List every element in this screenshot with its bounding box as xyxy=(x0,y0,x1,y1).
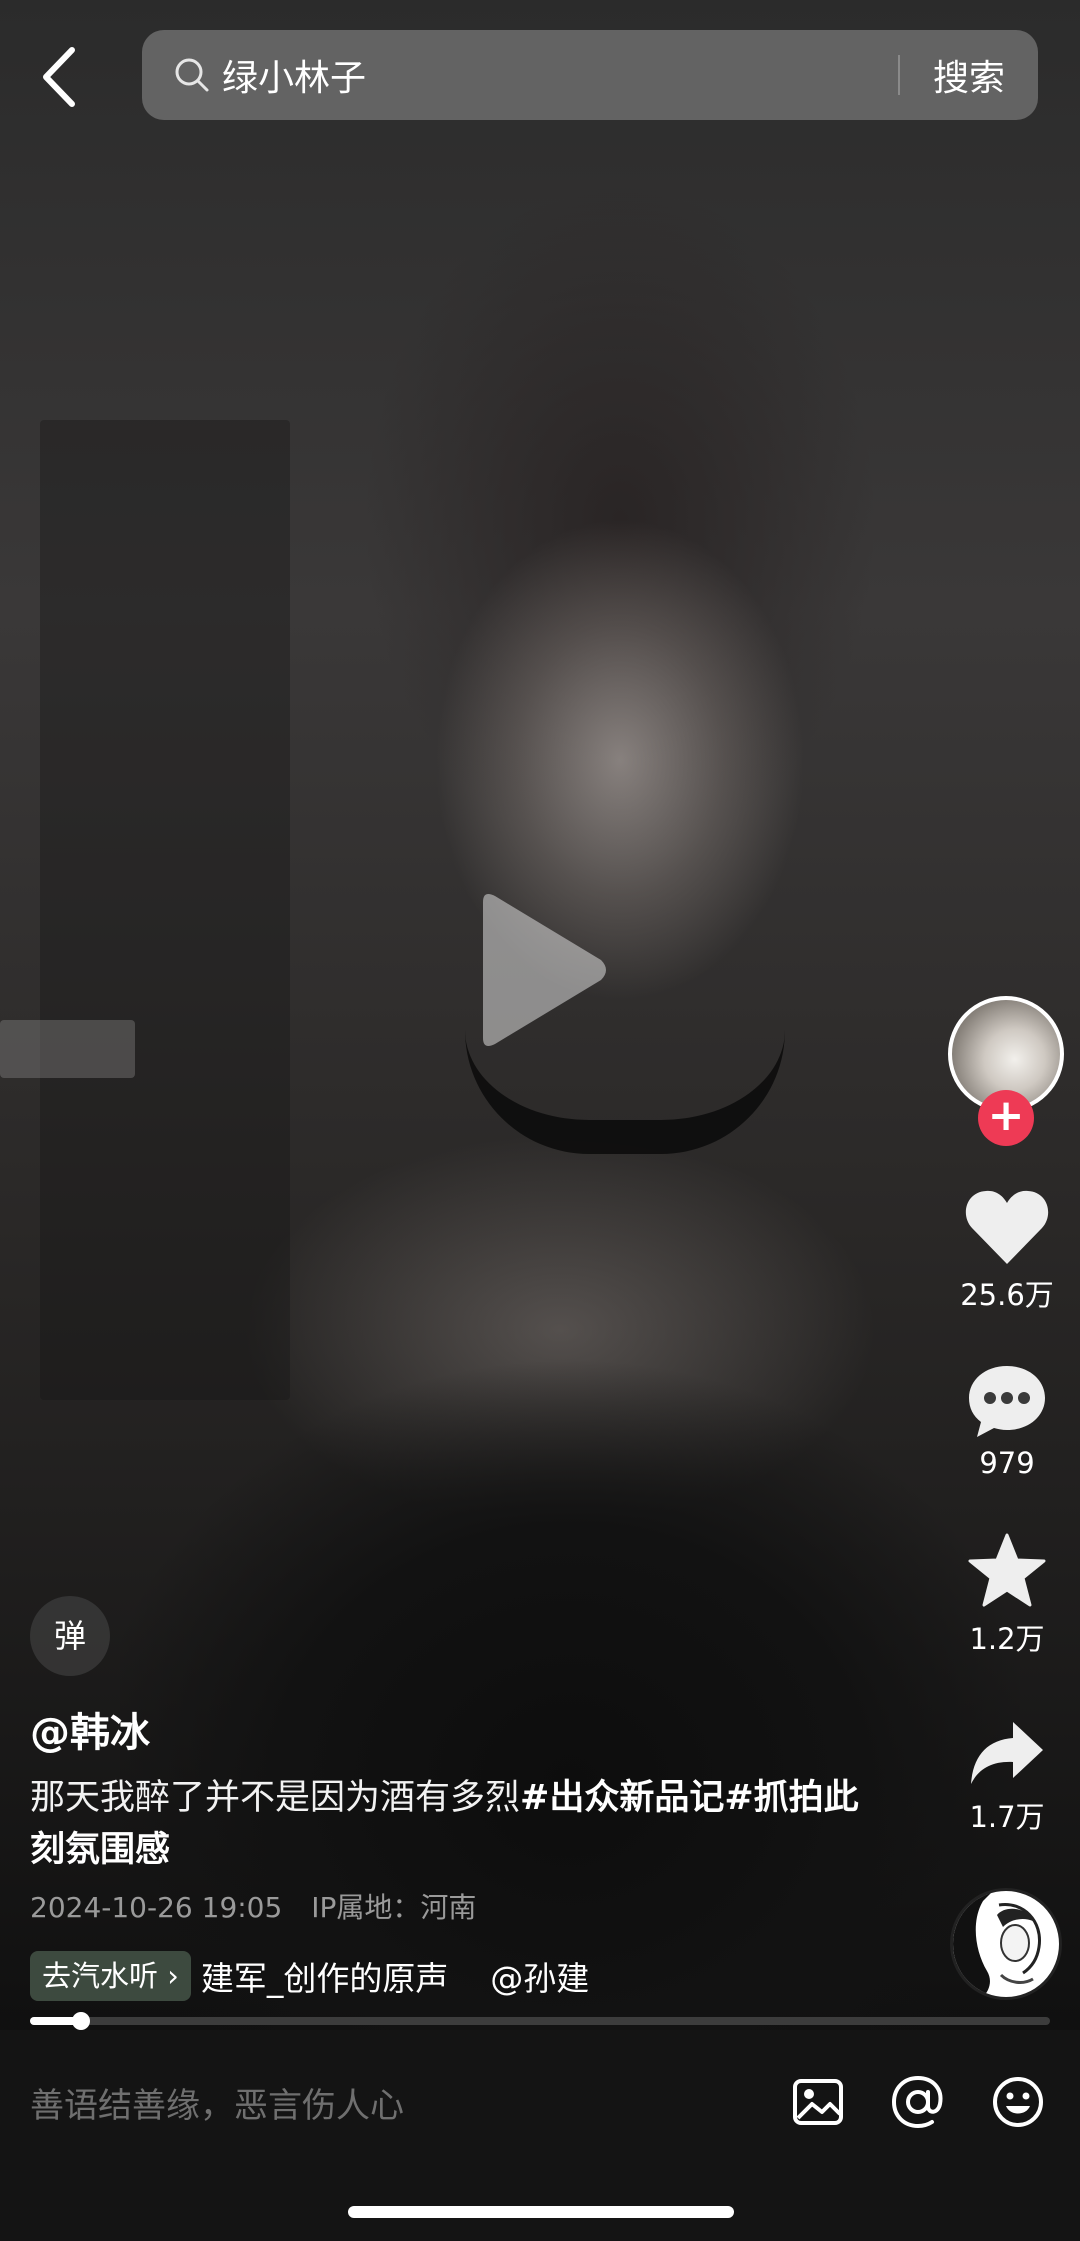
music-info[interactable]: 建军_创作的原声 @孙建 xyxy=(201,1952,589,2000)
like-count: 25.6万 xyxy=(960,1278,1054,1312)
star-icon xyxy=(968,1533,1046,1607)
music-row: 去汽水听 › 建军_创作的原声 @孙建 xyxy=(30,1950,589,2002)
search-button[interactable]: 搜索 xyxy=(900,49,1038,101)
background-figure-dress xyxy=(120,1360,1020,2030)
share-arrow-icon xyxy=(971,1722,1043,1784)
comment-bar: 善语结善缘，恶言伤人心 xyxy=(0,2032,1080,2202)
ip-location: IP属地：河南 xyxy=(311,1891,477,1924)
home-indicator[interactable] xyxy=(348,2206,734,2218)
search-bar[interactable]: 绿小林子 搜索 xyxy=(142,30,1038,120)
progress-bar[interactable] xyxy=(30,2012,1050,2030)
favorite-count: 1.2万 xyxy=(969,1622,1045,1656)
follow-button[interactable]: + xyxy=(978,1090,1034,1146)
comment-input[interactable]: 善语结善缘，恶言伤人心 xyxy=(30,2078,404,2127)
at-icon[interactable] xyxy=(890,2074,946,2130)
emoji-icon[interactable] xyxy=(990,2074,1046,2130)
comment-count: 979 xyxy=(979,1446,1035,1480)
image-icon[interactable] xyxy=(790,2074,846,2130)
danmaku-toggle[interactable]: 弹 xyxy=(30,1596,110,1676)
play-icon[interactable] xyxy=(475,890,610,1050)
share-button[interactable]: 1.7万 xyxy=(942,1718,1072,1836)
comment-bubble-icon xyxy=(969,1366,1045,1437)
music-disc[interactable] xyxy=(950,1888,1062,2000)
heart-icon xyxy=(965,1190,1049,1264)
video-meta: 2024-10-26 19:05 IP属地：河南 xyxy=(30,1886,496,1926)
comment-button[interactable]: 979 xyxy=(942,1362,1072,1480)
background-door xyxy=(40,420,290,1400)
favorite-button[interactable]: 1.2万 xyxy=(942,1532,1072,1658)
progress-handle[interactable] xyxy=(72,2012,90,2030)
post-date: 2024-10-26 19:05 xyxy=(30,1891,283,1924)
like-button[interactable]: 25.6万 xyxy=(942,1188,1072,1314)
video-player[interactable] xyxy=(0,0,1080,2030)
chevron-left-icon xyxy=(43,47,75,107)
background-wall-switch xyxy=(0,1020,135,1078)
music-disc-artwork xyxy=(953,1891,1041,1997)
qishui-listen-button[interactable]: 去汽水听 › xyxy=(30,1951,191,2001)
author-name[interactable]: @韩冰 xyxy=(30,1700,150,1758)
search-icon xyxy=(175,58,209,92)
video-caption: 那天我醉了并不是因为酒有多烈#出众新品记#抓拍此刻氛围感 xyxy=(30,1772,870,1876)
back-button[interactable] xyxy=(32,42,88,112)
share-count: 1.7万 xyxy=(969,1800,1045,1834)
search-input[interactable]: 绿小林子 xyxy=(222,49,898,101)
caption-text: 那天我醉了并不是因为酒有多烈 xyxy=(30,1778,521,1818)
